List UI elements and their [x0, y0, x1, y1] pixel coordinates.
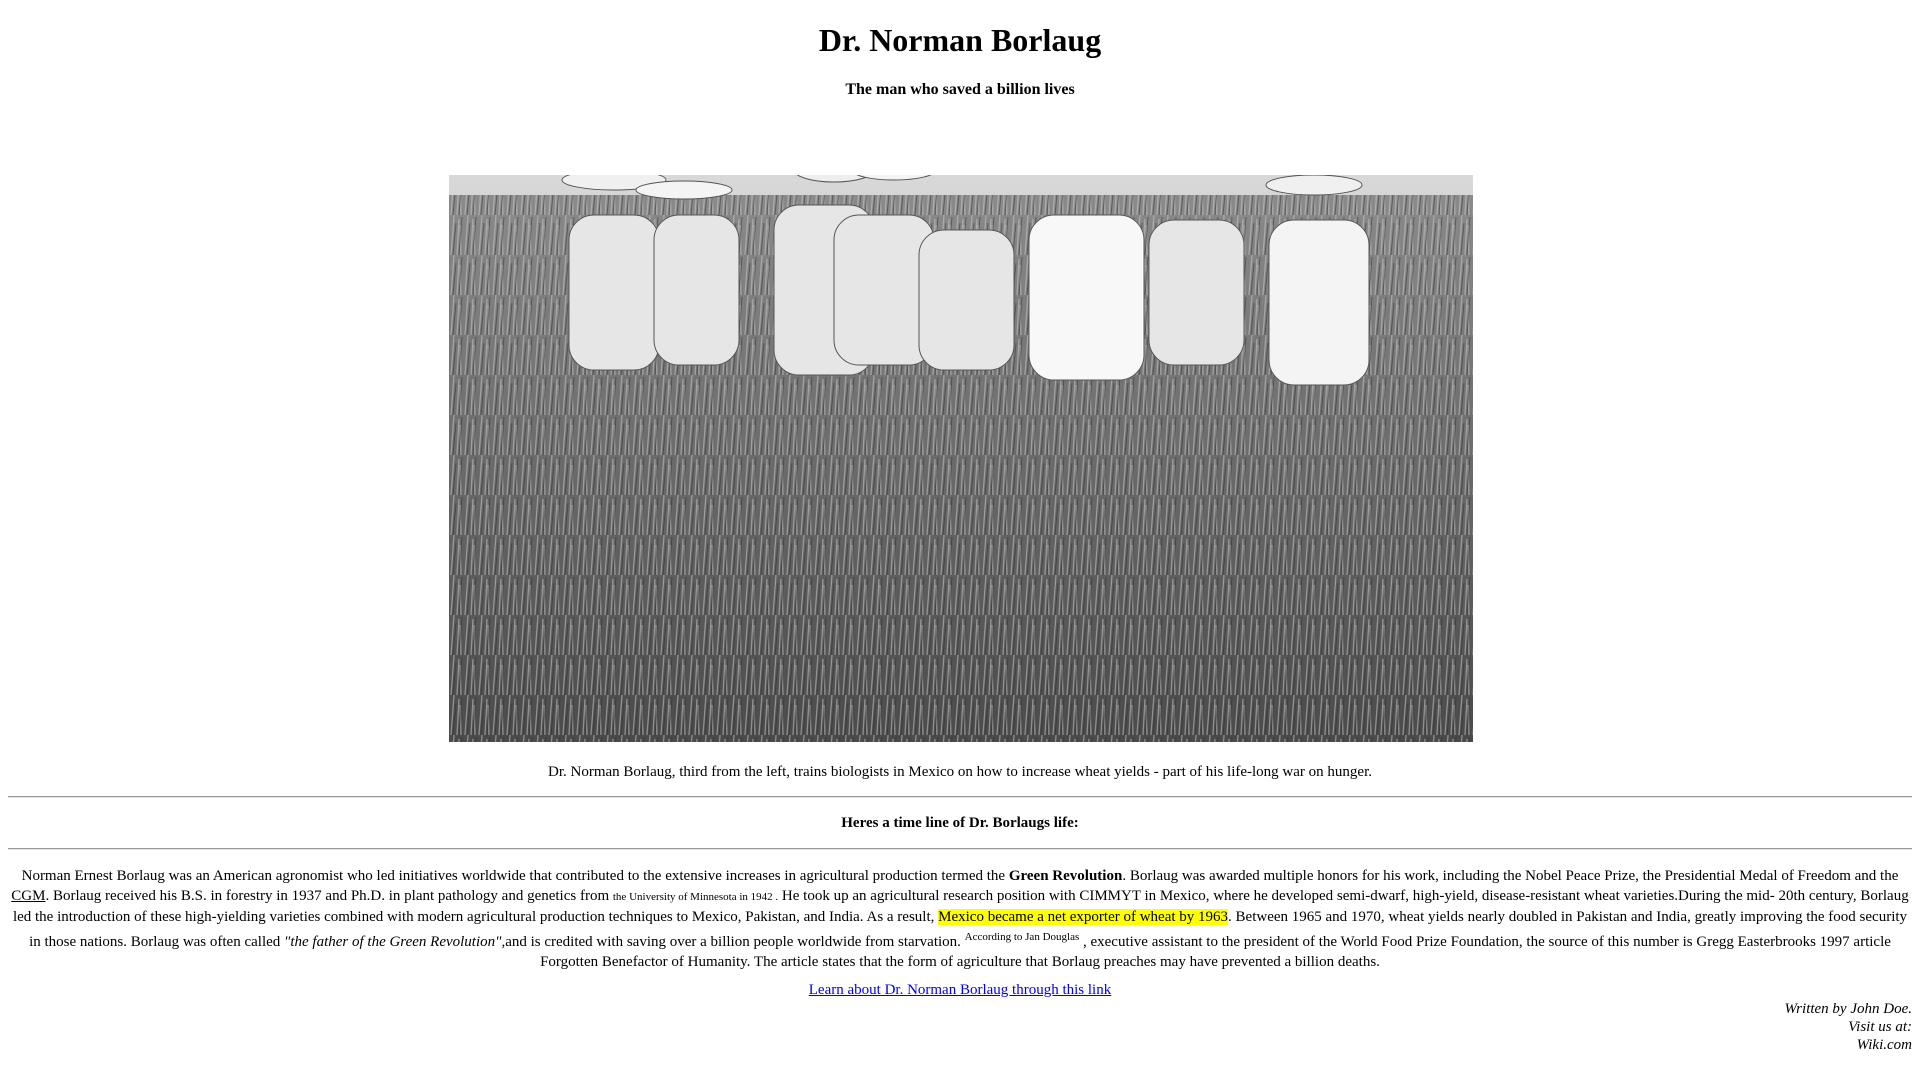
- bio-text-2: . Borlaug was awarded multiple honors fo…: [1122, 868, 1899, 884]
- divider-bottom: [8, 848, 1912, 850]
- page-subtitle: The man who saved a billion lives: [845, 81, 1075, 98]
- visit-label: Visit us at:: [1848, 1019, 1912, 1035]
- green-revolution-term: Green Revolution: [1008, 868, 1123, 884]
- bio-text-1: Norman Ernest Borlaug was an American ag…: [21, 868, 1009, 884]
- cgm-link[interactable]: CGM: [11, 888, 45, 904]
- bio-text-6: ,and is credited with saving over a bill…: [501, 934, 965, 950]
- author-credit: Written by John Doe.: [1784, 1001, 1912, 1017]
- wheat-exporter-highlight: Mexico became a net exporter of wheat by…: [938, 909, 1229, 925]
- site-name: Wiki.com: [1856, 1037, 1912, 1053]
- father-quote: "the father of the Green Revolution": [284, 934, 502, 950]
- learn-more-link[interactable]: Learn about Dr. Norman Borlaug through t…: [809, 982, 1111, 998]
- borlaug-wheat-field-photo: [449, 175, 1473, 742]
- photo-caption: Dr. Norman Borlaug, third from the left,…: [548, 764, 1372, 780]
- university-note: the University of Minnesota in 1942 .: [612, 891, 779, 903]
- learn-link-container: Learn about Dr. Norman Borlaug through t…: [0, 981, 1920, 999]
- timeline-heading: Heres a time line of Dr. Borlaugs life:: [841, 815, 1079, 831]
- bio-text-3: . Borlaug received his B.S. in forestry …: [45, 888, 613, 904]
- divider-top: [8, 796, 1912, 798]
- page-title: Dr. Norman Borlaug: [818, 22, 1102, 58]
- biography-paragraph: Norman Ernest Borlaug was an American ag…: [8, 866, 1912, 972]
- credits: Written by John Doe. Visit us at: Wiki.c…: [1785, 1000, 1912, 1054]
- source-note: According to Jan Douglas: [964, 931, 1080, 943]
- page: Dr. Norman Borlaug The man who saved a b…: [0, 0, 1920, 1080]
